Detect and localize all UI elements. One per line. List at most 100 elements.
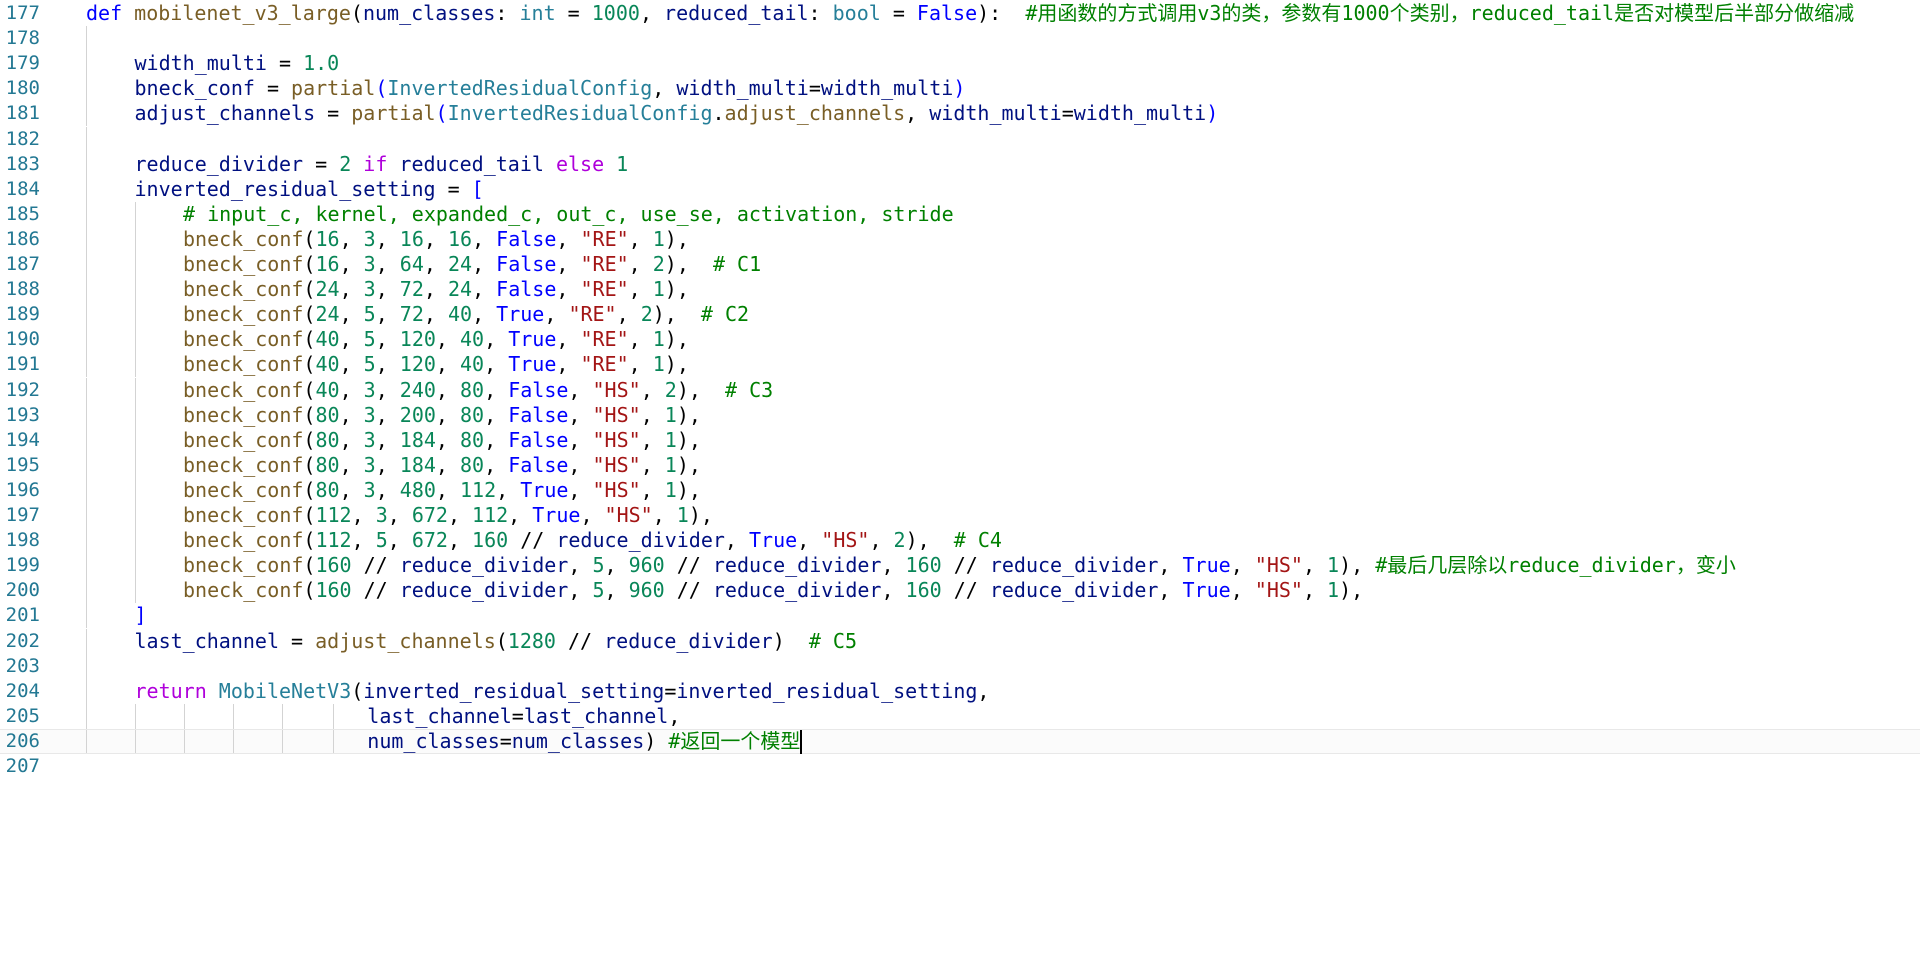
code-token: , [1302,578,1328,603]
code-token: reduce_divider [399,578,569,603]
code-token: inverted_residual_setting [134,176,436,201]
code-token: , [628,352,653,377]
code-token: 80 [460,377,485,402]
code-token: "RE" [580,327,629,352]
code-line[interactable]: 193 bneck_conf(80, 3, 200, 80, False, "HS… [0,402,1920,428]
code-line[interactable]: 178 [0,26,1920,52]
code-token: = [435,176,472,201]
code-token: , [423,252,448,276]
code-token: 16 [399,226,424,251]
code-token: "HS" [1254,553,1303,578]
code-line[interactable]: 179 width_multi = 1.0 [0,51,1920,77]
code-token: , [977,678,990,703]
code-token: , [640,402,665,427]
indent-guide [86,51,87,77]
code-line[interactable]: 192 bneck_conf(40, 3, 240, 80, False, "HS… [0,377,1920,403]
code-line[interactable]: 177 def mobilenet_v3_large(num_classes: i… [0,1,1920,26]
code-token: 80 [315,402,340,427]
indent-guide [135,352,136,378]
code-token: 184 [399,427,436,452]
code-token: reduce_divider [134,151,304,176]
code-token: 2 [652,252,665,276]
code-token: 72 [399,277,424,302]
code-token: , [472,277,497,302]
code-token: , [339,302,364,327]
code-token: 1 [1327,578,1340,603]
code-token: False [916,1,978,25]
code-line[interactable]: 184 inverted_residual_setting = [ [0,176,1920,202]
indent-guide [86,151,87,177]
code-line[interactable]: 197 bneck_conf(112, 3, 672, 112, True, "H… [0,503,1920,529]
code-token: , [435,352,461,377]
code-token: bneck_conf [183,578,304,603]
code-token: , [435,427,461,452]
code-token: ( [303,352,316,377]
code-line[interactable]: 200 bneck_conf(160 // reduce_divider, 5, … [0,578,1920,604]
indent-guide [86,578,87,604]
code-token: # input_c, kernel, expanded_c, out_c, us… [183,201,954,226]
code-line[interactable]: 201] [0,603,1920,629]
code-token: bneck_conf [183,503,304,527]
code-token: 112 [315,503,352,527]
code-token: , [568,553,593,578]
indent-guide [233,729,234,753]
code-token: 3 [363,452,376,477]
code-line[interactable]: 198 bneck_conf(112, 5, 672, 160 // reduce… [0,528,1920,554]
code-line[interactable]: 189 bneck_conf(24, 5, 72, 40, True, "RE",… [0,302,1920,328]
indent-guide [86,176,87,202]
code-token: ), [664,352,689,377]
code-line[interactable]: 182 [0,126,1920,152]
code-line[interactable]: 190 bneck_conf(40, 5, 120, 40, True, "RE"… [0,327,1920,353]
line-number: 199 [5,554,40,577]
code-line[interactable]: 199 bneck_conf(160 // reduce_divider, 5, … [0,553,1920,579]
code-line[interactable]: 191 bneck_conf(40, 5, 120, 40, True, "RE"… [0,352,1920,378]
code-line[interactable]: 183 reduce_divider = 2 if reduced_tail el… [0,151,1920,177]
code-text: bneck_conf(80, 3, 184, 80, False, "HS", … [183,453,701,478]
code-token: , [628,327,653,352]
indent-guide [135,427,136,453]
code-line[interactable]: 204 return MobileNetV3(inverted_residual_… [0,678,1920,704]
code-token: 3 [363,252,376,276]
code-line[interactable]: 206 num_classes=num_classes) #返回一个模型 [0,728,1920,755]
code-token: 3 [363,226,376,251]
line-number: 193 [5,403,40,426]
code-token: else [543,151,617,176]
code-editor[interactable]: 177 def mobilenet_v3_large(num_classes: i… [0,0,1920,954]
code-token: // [941,578,990,603]
code-line[interactable]: 186 bneck_conf(16, 3, 16, 16, False, "RE"… [0,226,1920,252]
code-line[interactable]: 181 adjust_channels = partial(InvertedRes… [0,101,1920,127]
indent-guide [135,327,136,353]
code-token: int [519,1,556,25]
code-token: 2 [893,528,906,553]
code-token: , [375,402,400,427]
code-token: reduce_divider [712,578,882,603]
indent-guide [184,729,185,753]
code-line[interactable]: 180 bneck_conf = partial(InvertedResidual… [0,76,1920,102]
code-line[interactable]: 194 bneck_conf(80, 3, 184, 80, False, "HS… [0,427,1920,453]
code-token: False [508,427,569,452]
code-line[interactable]: 202 last_channel = adjust_channels(1280 /… [0,628,1920,654]
code-line[interactable]: 187 bneck_conf(16, 3, 64, 24, False, "RE"… [0,252,1920,278]
code-line[interactable]: 203 [0,653,1920,679]
code-token: = [511,703,524,728]
code-line[interactable]: 196 bneck_conf(80, 3, 480, 112, True, "HS… [0,477,1920,503]
code-token: ), [664,277,689,302]
code-line[interactable]: 188 bneck_conf(24, 3, 72, 24, False, "RE"… [0,277,1920,303]
code-token: bneck_conf [183,477,304,502]
code-line[interactable]: 195 bneck_conf(80, 3, 184, 80, False, "HS… [0,452,1920,478]
code-token: bneck_conf [134,76,255,101]
code-token: , [472,252,497,276]
indent-guide [86,26,87,52]
indent-guide [86,277,87,303]
code-token: 184 [399,452,436,477]
code-token: ) [953,76,966,101]
code-line[interactable]: 205 last_channel=last_channel, [0,703,1920,729]
code-token: ( [375,76,388,101]
code-line[interactable]: 207 [0,754,1920,779]
code-token: "HS" [592,477,641,502]
code-token: 3 [363,477,376,502]
code-token: bneck_conf [183,277,304,302]
code-token: 2 [339,151,352,176]
code-line[interactable]: 185 # input_c, kernel, expanded_c, out_c,… [0,201,1920,227]
code-token: True [749,528,798,553]
